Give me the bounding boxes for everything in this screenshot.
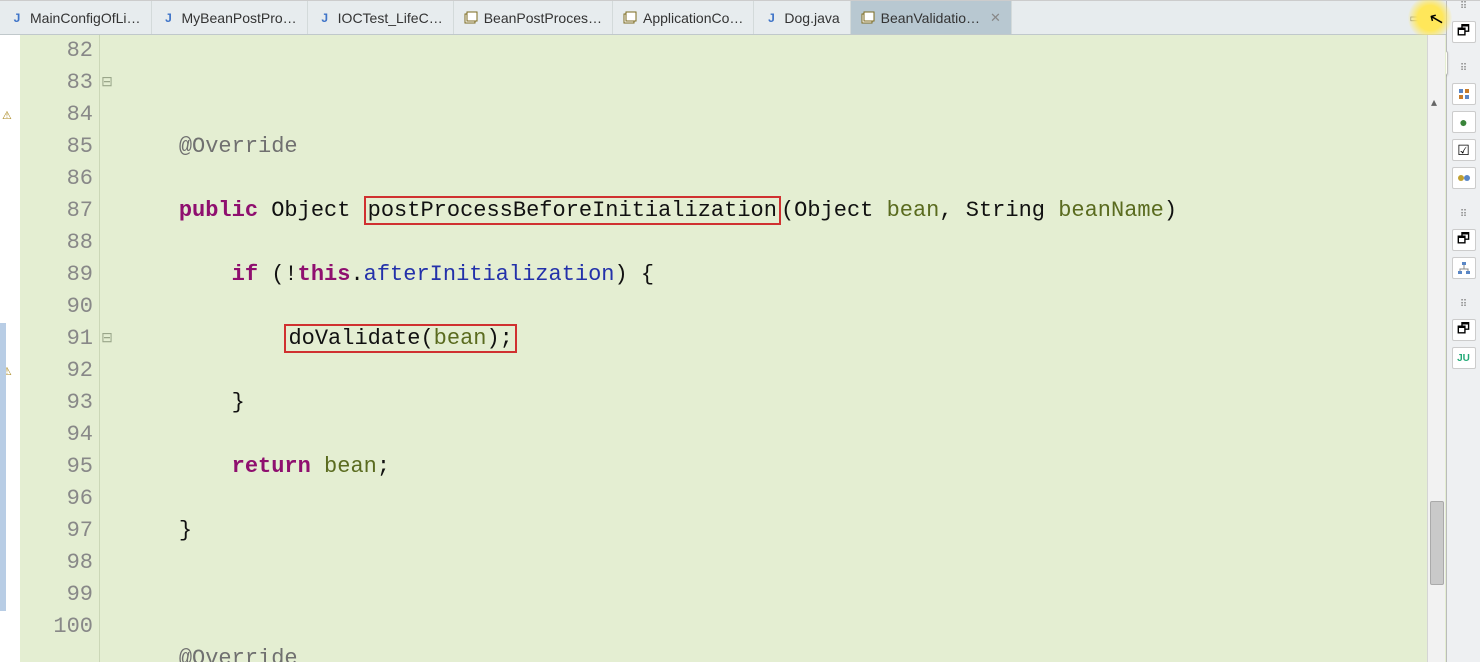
marker-margin: ⚠ ⚠ xyxy=(0,35,20,662)
java-file-icon: J xyxy=(10,11,24,25)
tab-ioctest[interactable]: J IOCTest_LifeC… xyxy=(308,1,454,34)
tab-beanpostproc-class[interactable]: BeanPostProces… xyxy=(454,1,613,34)
drag-handle-icon[interactable]: ⠿ xyxy=(1460,303,1467,313)
right-trim-bar: ⠿ 🗗 ⠿ ● ☑ ⠿ 🗗 ⠿ 🗗 JU xyxy=(1446,1,1480,662)
scroll-up-icon[interactable]: ▴ xyxy=(1431,87,1437,119)
line-number: 94 xyxy=(20,419,93,451)
line-number: 100 xyxy=(20,611,93,643)
code-line[interactable] xyxy=(114,67,1446,99)
restore-view-button[interactable]: 🗗 xyxy=(1452,319,1476,341)
fold-toggle[interactable]: ⊟ xyxy=(100,323,114,355)
line-number-gutter: 82 83 84 85 86 87 88 89 90 91 92 93 94 9… xyxy=(20,35,100,662)
tab-label: BeanPostProces… xyxy=(484,10,602,26)
line-number: 95 xyxy=(20,451,93,483)
editor-tabbar: J MainConfigOfLi… J MyBeanPostPro… J IOC… xyxy=(0,1,1446,35)
highlight-box: doValidate(bean); xyxy=(284,324,516,353)
code-line[interactable]: public Object postProcessBeforeInitializ… xyxy=(114,195,1446,227)
editor-area: J MainConfigOfLi… J MyBeanPostPro… J IOC… xyxy=(0,1,1446,662)
tab-tools: ▭ 🗗 ↖ Close xyxy=(1409,1,1446,34)
tab-label: BeanValidatio… xyxy=(881,10,980,26)
close-icon[interactable]: ✕ xyxy=(990,10,1001,26)
line-number: 87 xyxy=(20,195,93,227)
line-number: 93 xyxy=(20,387,93,419)
line-number: 99 xyxy=(20,579,93,611)
line-number: 91 xyxy=(20,323,93,355)
code-editor[interactable]: ⚠ ⚠ 82 83 84 85 86 87 88 89 90 91 92 93 … xyxy=(0,35,1446,662)
tab-label: MainConfigOfLi… xyxy=(30,10,141,26)
fold-toggle[interactable]: ⊟ xyxy=(100,67,114,99)
drag-handle-icon[interactable]: ⠿ xyxy=(1460,5,1467,15)
vertical-scrollbar[interactable]: ▴ xyxy=(1427,35,1445,662)
line-number: 92 xyxy=(20,355,93,387)
tab-mybeanpost[interactable]: J MyBeanPostPro… xyxy=(152,1,308,34)
hierarchy-view-button[interactable] xyxy=(1452,257,1476,279)
tab-dog-java[interactable]: J Dog.java xyxy=(754,1,850,34)
code-line[interactable]: doValidate(bean); xyxy=(114,323,1446,355)
restore-view-button[interactable]: 🗗 xyxy=(1452,229,1476,251)
tab-appcontext-class[interactable]: ApplicationCo… xyxy=(613,1,754,34)
java-file-icon: J xyxy=(318,11,332,25)
line-number: 85 xyxy=(20,131,93,163)
tab-beanvalidation-class[interactable]: BeanValidatio… ✕ xyxy=(851,1,1012,34)
fold-column: ⊟ ⊟ xyxy=(100,35,114,662)
line-number: 98 xyxy=(20,547,93,579)
junit-view-button[interactable]: JU xyxy=(1452,347,1476,369)
code-line[interactable]: return bean; xyxy=(114,451,1446,483)
class-file-icon xyxy=(464,11,478,25)
restore-view-button[interactable]: 🗗 xyxy=(1452,21,1476,43)
tasks-view-button[interactable]: ☑ xyxy=(1452,139,1476,161)
code-line[interactable]: } xyxy=(114,515,1446,547)
code-line[interactable]: @Override xyxy=(114,643,1446,662)
drag-handle-icon[interactable]: ⠿ xyxy=(1460,67,1467,77)
code-line[interactable]: if (!this.afterInitialization) { xyxy=(114,259,1446,291)
code-lines[interactable]: @Override public Object postProcessBefor… xyxy=(114,35,1446,662)
markers-view-button[interactable] xyxy=(1452,167,1476,189)
tab-mainconfig[interactable]: J MainConfigOfLi… xyxy=(0,1,152,34)
class-file-icon xyxy=(861,11,875,25)
warning-icon: ⚠ xyxy=(2,101,12,133)
tab-label: ApplicationCo… xyxy=(643,10,743,26)
scrollbar-thumb[interactable] xyxy=(1430,501,1444,585)
outline-view-button[interactable] xyxy=(1452,83,1476,105)
tab-label: MyBeanPostPro… xyxy=(182,10,297,26)
code-line[interactable]: } xyxy=(114,387,1446,419)
run-view-button[interactable]: ● xyxy=(1452,111,1476,133)
main-area: J MainConfigOfLi… J MyBeanPostPro… J IOC… xyxy=(0,1,1480,662)
line-number: 84 xyxy=(20,99,93,131)
line-number: 82 xyxy=(20,35,93,67)
line-number: 90 xyxy=(20,291,93,323)
code-line[interactable] xyxy=(114,579,1446,611)
change-segment xyxy=(0,323,6,611)
line-number: 86 xyxy=(20,163,93,195)
minimize-icon[interactable]: ▭ xyxy=(1409,11,1420,25)
java-file-icon: J xyxy=(764,11,778,25)
line-number: 88 xyxy=(20,227,93,259)
code-line[interactable]: @Override xyxy=(114,131,1446,163)
class-file-icon xyxy=(623,11,637,25)
line-number: 83 xyxy=(20,67,93,99)
java-file-icon: J xyxy=(162,11,176,25)
highlight-box: postProcessBeforeInitialization xyxy=(364,196,781,225)
line-number: 97 xyxy=(20,515,93,547)
drag-handle-icon[interactable]: ⠿ xyxy=(1460,213,1467,223)
line-number: 96 xyxy=(20,483,93,515)
tab-label: IOCTest_LifeC… xyxy=(338,10,443,26)
maximize-icon[interactable]: 🗗 xyxy=(1427,7,1438,28)
line-number: 89 xyxy=(20,259,93,291)
tab-label: Dog.java xyxy=(784,10,839,26)
